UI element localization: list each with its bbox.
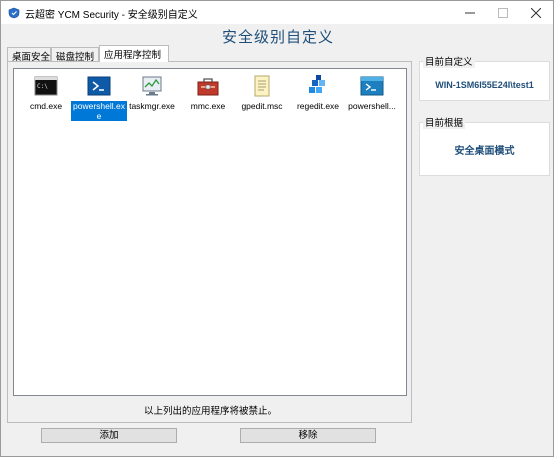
page-title: 安全级别自定义 <box>221 29 334 46</box>
powershell-icon <box>87 74 111 98</box>
svg-text:C:\: C:\ <box>37 83 48 90</box>
tab-disk-control[interactable]: 磁盘控制 <box>51 47 99 63</box>
list-item-powershell[interactable]: powershell.exe <box>71 74 127 121</box>
add-button[interactable]: 添加 <box>41 428 177 443</box>
tab-desktop-security[interactable]: 桌面安全 <box>7 47 51 63</box>
regedit-icon <box>306 74 330 98</box>
list-item-regedit[interactable]: regedit.exe <box>290 74 346 111</box>
window-title: 云超密 YCM Security - 安全级别自定义 <box>25 10 198 21</box>
gpedit-icon <box>250 74 274 98</box>
app-label: cmd.exe <box>29 101 63 111</box>
maximize-icon[interactable] <box>486 1 519 24</box>
blocked-apps-list[interactable]: C:\ cmd.exe powershell.exe taskmgr.exe m… <box>13 68 407 396</box>
app-label: powershell... <box>348 101 396 111</box>
list-item-taskmgr[interactable]: taskmgr.exe <box>124 74 180 111</box>
app-logo-icon <box>8 7 20 19</box>
current-custom-label: 目前自定义 <box>423 54 475 68</box>
blocked-notice: 以上列出的应用程序将被禁止。 <box>143 406 277 417</box>
powershell-ise-icon <box>360 74 384 98</box>
current-basis-group: 安全桌面模式 <box>419 122 550 176</box>
list-item-powershell-ise[interactable]: powershell... <box>344 74 400 111</box>
app-label: taskmgr.exe <box>129 101 175 111</box>
taskmgr-icon <box>140 74 164 98</box>
current-basis-label: 目前根据 <box>423 115 466 129</box>
app-control-panel: C:\ cmd.exe powershell.exe taskmgr.exe m… <box>7 61 412 423</box>
app-label: powershell.exe <box>71 101 127 121</box>
app-label: gpedit.msc <box>241 101 283 111</box>
close-icon[interactable] <box>519 1 552 24</box>
mmc-icon <box>196 74 220 98</box>
list-item-cmd[interactable]: C:\ cmd.exe <box>18 74 74 111</box>
list-item-mmc[interactable]: mmc.exe <box>180 74 236 111</box>
cmd-icon: C:\ <box>34 74 58 98</box>
remove-button[interactable]: 移除 <box>240 428 376 443</box>
tab-app-control[interactable]: 应用程序控制 <box>99 45 169 62</box>
app-label: mmc.exe <box>190 101 226 111</box>
main-window: 云超密 YCM Security - 安全级别自定义 安全级别自定义 桌面安全 … <box>0 0 554 457</box>
list-item-gpedit[interactable]: gpedit.msc <box>234 74 290 111</box>
title-bar[interactable]: 云超密 YCM Security - 安全级别自定义 <box>1 1 553 24</box>
app-label: regedit.exe <box>296 101 340 111</box>
minimize-icon[interactable] <box>453 1 486 24</box>
